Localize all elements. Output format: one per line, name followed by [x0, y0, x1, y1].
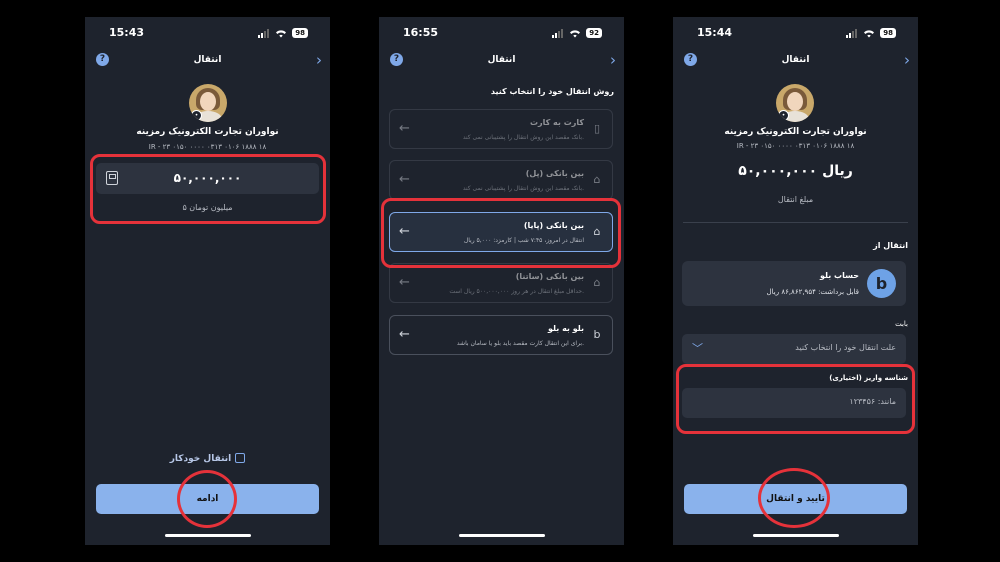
option-interbank-satna[interactable]: ← ⌂ بین بانکی (ساتنا) حداقل مبلغ انتقال … — [389, 263, 613, 303]
highlight-frame — [676, 364, 915, 434]
arrow-left-icon: ← — [399, 172, 410, 187]
from-label: انتقال از — [873, 241, 908, 250]
location-pin-icon: • — [778, 110, 789, 121]
back-chevron-icon[interactable]: › — [610, 52, 616, 68]
header-title: انتقال — [487, 55, 516, 65]
home-indicator — [753, 534, 839, 537]
location-pin-icon: • — [191, 110, 202, 121]
merchant-name: نواوران تجارت الکترونیک رمزینه — [724, 127, 867, 137]
battery-icon: 98 — [880, 28, 896, 38]
arrow-left-icon: ← — [399, 327, 410, 342]
option-title: بین بانکی (پل) — [525, 169, 584, 178]
wifi-icon — [570, 29, 581, 37]
option-title: بلو به بلو — [548, 324, 584, 333]
bank-icon: ⌂ — [593, 173, 601, 186]
transfer-amount-label: مبلغ انتقال — [777, 195, 814, 204]
reason-select[interactable]: ﹀ علت انتقال خود را انتخاب کنید — [682, 334, 906, 364]
status-bar: 16:55 92 — [379, 26, 624, 42]
home-indicator — [459, 534, 545, 537]
highlight-circle — [177, 470, 237, 528]
source-account-card[interactable]: b حساب بلو قابل برداشت: ۸۶,۸۶۲,۹۵۴ ریال — [682, 261, 906, 306]
option-title: بین بانکی (ساتنا) — [515, 272, 584, 281]
option-title: کارت به کارت — [529, 118, 584, 127]
arrow-left-icon: ← — [399, 121, 410, 136]
highlight-circle — [758, 468, 830, 528]
blu-icon: b — [593, 328, 601, 341]
merchant-avatar: • — [189, 84, 227, 122]
chevron-down-icon: ﹀ — [692, 342, 703, 355]
option-desc: بانک مقصد این روش انتقال را پشتیبانی نمی… — [462, 134, 584, 141]
screen-transfer-method: 16:55 92 ? انتقال › روش انتقال خود را ان… — [379, 17, 624, 545]
wifi-icon — [864, 29, 875, 37]
option-desc: حداقل مبلغ انتقال در هر روز ۵۰۰,۰۰۰,۰۰۰ … — [449, 288, 584, 295]
transfer-amount: ۵۰,۰۰۰,۰۰۰ ریال — [738, 163, 853, 179]
status-time: 16:55 — [403, 26, 439, 39]
screen-amount-entry: 15:43 98 ? انتقال › • نواوران تجارت الکت… — [85, 17, 330, 545]
account-name: حساب بلو — [819, 271, 859, 280]
home-indicator — [165, 534, 251, 537]
battery-icon: 92 — [586, 28, 602, 38]
screen-confirm-transfer: 15:44 98 ? انتقال › • نواوران تجارت الکت… — [673, 17, 918, 545]
option-desc: برای این انتقال کارت مقصد باید بلو یا سا… — [456, 340, 584, 347]
status-bar: 15:43 98 — [85, 26, 330, 42]
status-time: 15:44 — [697, 26, 733, 39]
option-card-to-card[interactable]: ← ▯ کارت به کارت بانک مقصد این روش انتقا… — [389, 109, 613, 149]
highlight-frame — [381, 198, 621, 268]
auto-transfer-label: انتقال خودکار — [169, 454, 232, 464]
reason-placeholder: علت انتقال خود را انتخاب کنید — [795, 343, 896, 352]
reason-label: بابت — [895, 320, 908, 328]
highlight-frame — [90, 154, 326, 224]
option-desc: بانک مقصد این روش انتقال را پشتیبانی نمی… — [462, 185, 584, 192]
card-icon: ▯ — [593, 122, 601, 135]
signal-icon — [258, 28, 270, 38]
header-title: انتقال — [781, 55, 810, 65]
calendar-clock-icon — [235, 453, 246, 463]
status-time: 15:43 — [109, 26, 145, 39]
header-title: انتقال — [193, 55, 222, 65]
merchant-iban: IR - ۲۳ ۰۱۵۰ ۰۰۰۰ ۰۳۱۳ ۰۱۰۶ ۱۸۸۸ ۱۸ — [148, 143, 267, 151]
back-chevron-icon[interactable]: › — [904, 52, 910, 68]
merchant-avatar: • — [776, 84, 814, 122]
arrow-left-icon: ← — [399, 275, 410, 290]
bank-icon: ⌂ — [593, 276, 601, 289]
account-balance: قابل برداشت: ۸۶,۸۶۲,۹۵۴ ریال — [766, 288, 859, 296]
method-section-title: روش انتقال خود را انتخاب کنید — [490, 87, 614, 96]
signal-icon — [846, 28, 858, 38]
back-chevron-icon[interactable]: › — [316, 52, 322, 68]
merchant-name: نواوران تجارت الکترونیک رمزینه — [136, 127, 279, 137]
status-bar: 15:44 98 — [673, 26, 918, 42]
divider — [683, 222, 908, 223]
option-blu-to-blu[interactable]: ← b بلو به بلو برای این انتقال کارت مقصد… — [389, 315, 613, 355]
blu-logo-icon: b — [867, 269, 896, 298]
option-interbank-pol[interactable]: ← ⌂ بین بانکی (پل) بانک مقصد این روش انت… — [389, 160, 613, 200]
merchant-iban: IR - ۲۳ ۰۱۵۰ ۰۰۰۰ ۰۳۱۳ ۰۱۰۶ ۱۸۸۸ ۱۸ — [736, 142, 855, 150]
signal-icon — [552, 28, 564, 38]
wifi-icon — [276, 29, 287, 37]
auto-transfer-link[interactable]: انتقال خودکار — [85, 453, 330, 464]
battery-icon: 98 — [292, 28, 308, 38]
